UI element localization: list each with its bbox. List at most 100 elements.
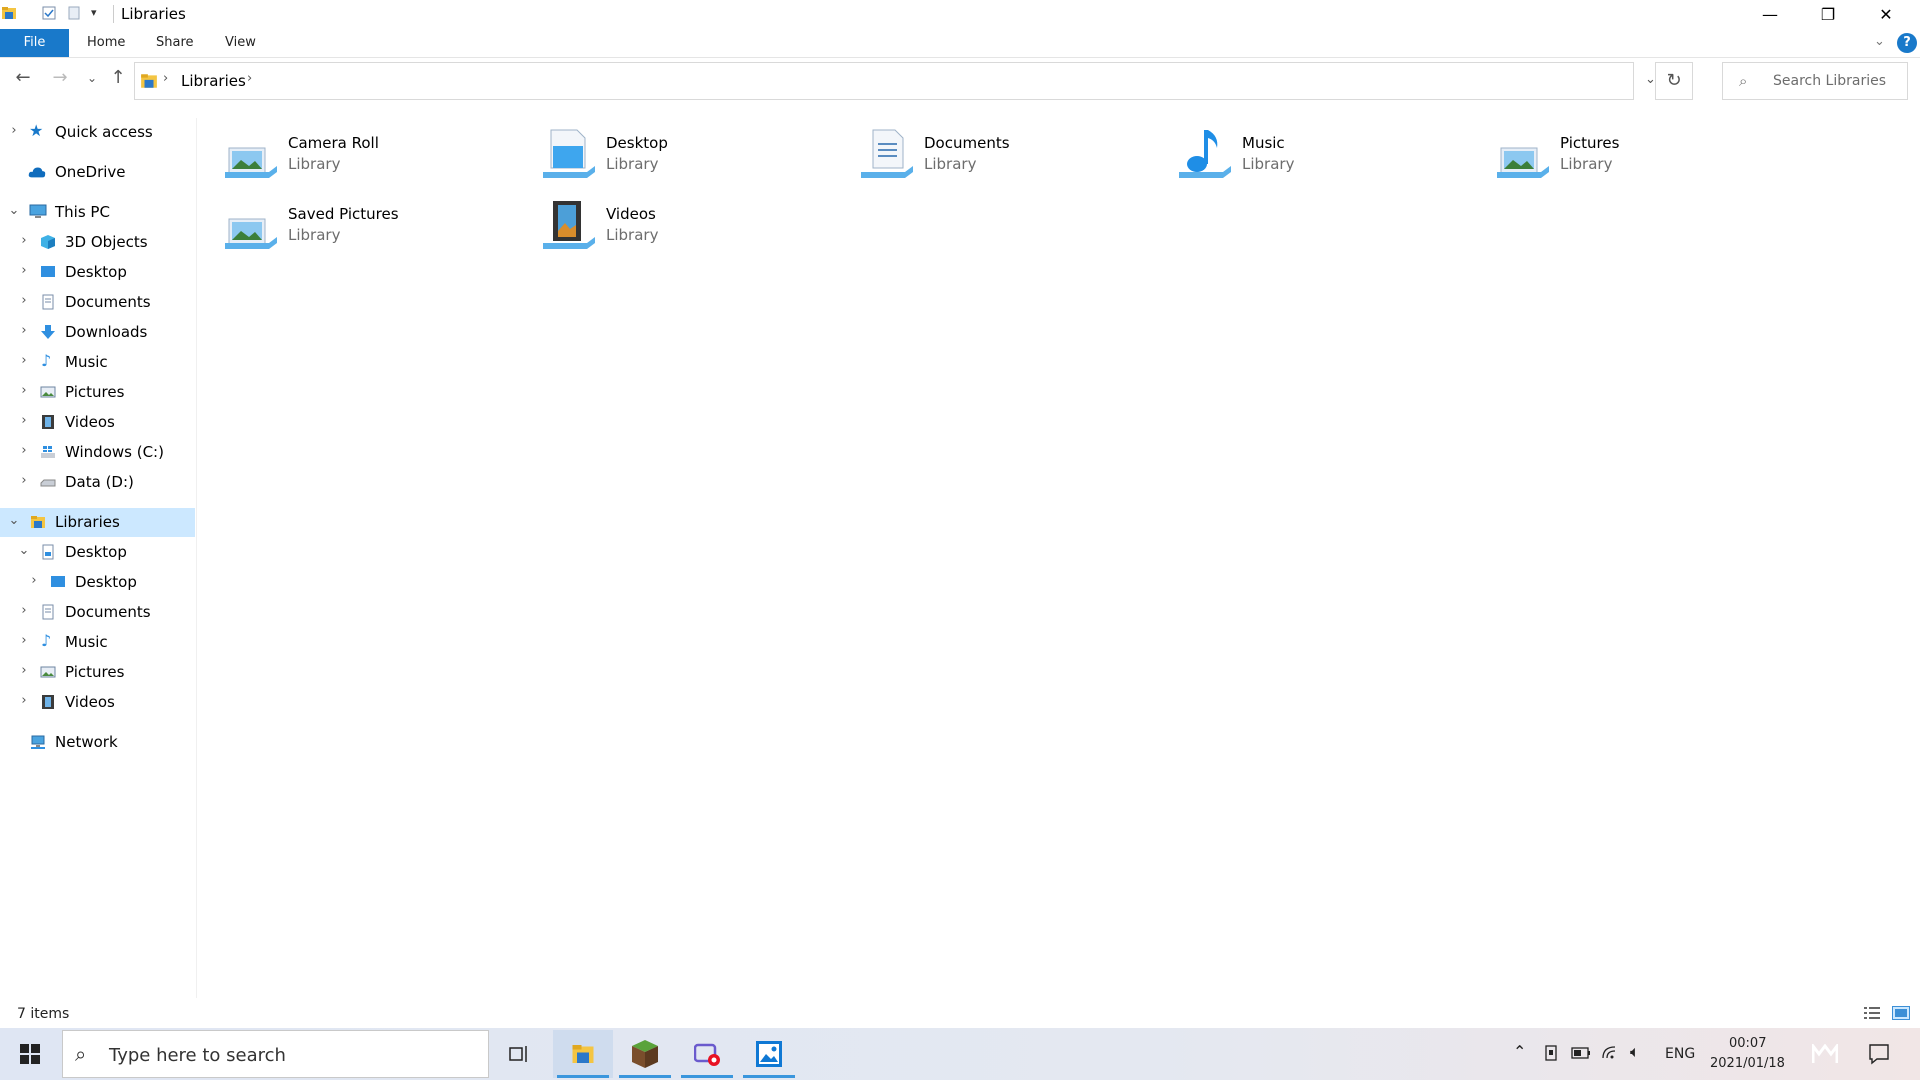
windows-start-icon[interactable] [20, 1044, 40, 1064]
chevron-right-icon[interactable]: › [17, 263, 31, 281]
wifi-icon[interactable] [1601, 1043, 1621, 1061]
chevron-down-icon[interactable]: ⌄ [7, 513, 21, 531]
nav-item-documents[interactable]: › Documents [0, 288, 195, 317]
library-type: Library [606, 226, 659, 244]
restore-button[interactable]: ❐ [1799, 0, 1857, 29]
pictures-library-icon [225, 147, 277, 178]
library-item-pictures[interactable]: Pictures Library [1497, 124, 1797, 186]
library-item-videos[interactable]: Videos Library [543, 195, 843, 257]
chevron-right-icon[interactable]: › [17, 413, 31, 431]
forward-arrow-icon[interactable]: → [48, 66, 72, 90]
chevron-right-icon[interactable]: › [17, 323, 31, 341]
chevron-right-icon[interactable]: › [17, 663, 31, 681]
clock-time[interactable]: 00:07 [1729, 1036, 1766, 1051]
chevron-right-icon[interactable]: › [17, 633, 31, 651]
taskbar-photos[interactable] [739, 1030, 799, 1078]
details-view-icon[interactable] [1863, 1006, 1881, 1020]
item-count: 7 items [17, 1006, 70, 1022]
help-icon[interactable]: ? [1897, 33, 1917, 53]
nav-item-data-d[interactable]: › Data (D:) [0, 468, 195, 497]
chevron-right-icon[interactable]: › [17, 473, 31, 491]
chevron-right-icon[interactable]: › [7, 123, 21, 141]
tab-share[interactable]: Share [142, 29, 208, 57]
chevron-right-icon[interactable]: › [17, 293, 31, 311]
refresh-button[interactable]: ↻ [1655, 62, 1693, 100]
breadcrumb-chevron-icon[interactable]: › [247, 71, 252, 86]
navigation-pane: › ★ Quick access OneDrive ⌄ This PC › 3D… [0, 118, 197, 998]
chevron-right-icon[interactable]: › [17, 353, 31, 371]
cloud-icon [28, 167, 46, 178]
back-arrow-icon[interactable]: ← [11, 66, 35, 90]
customize-quick-access-icon[interactable]: ▾ [91, 6, 97, 19]
chevron-right-icon[interactable]: › [17, 233, 31, 251]
task-view-icon[interactable] [508, 1043, 530, 1065]
library-type: Library [1560, 155, 1613, 173]
chevron-right-icon[interactable]: › [17, 603, 31, 621]
properties-icon[interactable] [41, 5, 57, 21]
nav-item-desktop[interactable]: › Desktop [0, 258, 195, 287]
tab-home[interactable]: Home [73, 29, 139, 57]
chevron-right-icon[interactable]: › [17, 383, 31, 401]
recent-locations-icon[interactable]: ⌄ [80, 66, 104, 90]
search-input[interactable]: Search Libraries [1773, 73, 1886, 89]
minimize-button[interactable]: — [1741, 0, 1799, 29]
clock-date[interactable]: 2021/01/18 [1710, 1056, 1785, 1071]
nav-item-lib-music[interactable]: › ♪ Music [0, 628, 195, 657]
nav-item-pictures[interactable]: › Pictures [0, 378, 195, 407]
library-item-saved-pictures[interactable]: Saved Pictures Library [225, 195, 525, 257]
chevron-down-icon[interactable]: ⌄ [17, 543, 31, 561]
nav-item-downloads[interactable]: › Downloads [0, 318, 195, 347]
expand-ribbon-icon[interactable]: ⌄ [1874, 34, 1885, 49]
chevron-right-icon[interactable]: › [27, 573, 41, 591]
nav-label: Pictures [65, 663, 125, 681]
taskbar-search-input[interactable]: Type here to search [109, 1045, 286, 1066]
nav-item-lib-pictures[interactable]: › Pictures [0, 658, 195, 687]
device-icon[interactable] [1543, 1044, 1559, 1062]
library-item-music[interactable]: Music Library [1179, 124, 1479, 186]
nav-item-this-pc[interactable]: ⌄ This PC [0, 198, 195, 227]
nav-item-music[interactable]: › ♪ Music [0, 348, 195, 377]
breadcrumb-chevron-icon[interactable]: › [163, 71, 168, 86]
library-item-camera-roll[interactable]: Camera Roll Library [225, 124, 525, 186]
new-folder-icon[interactable] [66, 5, 82, 21]
taskbar-minecraft[interactable] [615, 1030, 675, 1078]
library-name: Videos [606, 205, 656, 223]
tab-view[interactable]: View [211, 29, 270, 57]
language-indicator[interactable]: ENG [1665, 1046, 1695, 1062]
action-center-icon[interactable] [1868, 1043, 1890, 1065]
volume-icon[interactable]: 🔈︎ [1630, 1042, 1640, 1062]
nav-item-lib-desktop-folder[interactable]: › Desktop [0, 568, 195, 597]
nav-item-videos[interactable]: › Videos [0, 408, 195, 437]
chevron-right-icon[interactable]: › [17, 693, 31, 711]
taskbar-search-box[interactable]: ⌕ Type here to search [62, 1030, 489, 1078]
nav-item-onedrive[interactable]: OneDrive [0, 158, 195, 187]
library-item-desktop[interactable]: Desktop Library [543, 124, 843, 186]
chevron-down-icon[interactable]: ⌄ [7, 203, 21, 221]
nav-item-windows-c[interactable]: › Windows (C:) [0, 438, 195, 467]
network-icon [31, 735, 45, 749]
up-arrow-icon[interactable]: ↑ [106, 66, 130, 90]
nav-item-lib-videos[interactable]: › Videos [0, 688, 195, 717]
taskbar-file-explorer[interactable] [553, 1030, 613, 1078]
address-bar[interactable]: › Libraries › ⌄ [134, 62, 1656, 100]
desktop-library-icon [543, 129, 595, 178]
search-box[interactable]: ⌕ Search Libraries [1722, 62, 1908, 100]
minecraft-icon [632, 1040, 658, 1068]
large-icons-view-icon[interactable] [1892, 1006, 1910, 1020]
show-hidden-icons-chevron-icon[interactable]: ⌃ [1513, 1042, 1526, 1061]
nav-item-quick-access[interactable]: › ★ Quick access [0, 118, 195, 147]
tab-file[interactable]: File [0, 29, 69, 57]
taskbar-app-capture[interactable] [677, 1030, 737, 1078]
battery-icon[interactable] [1571, 1046, 1591, 1060]
meet-now-icon[interactable] [1812, 1044, 1838, 1064]
nav-item-network[interactable]: Network [0, 728, 195, 757]
nav-item-libraries[interactable]: ⌄ Libraries [0, 508, 195, 537]
library-item-documents[interactable]: Documents Library [861, 124, 1161, 186]
nav-item-lib-documents[interactable]: › Documents [0, 598, 195, 627]
nav-label: Pictures [65, 383, 125, 401]
chevron-right-icon[interactable]: › [17, 443, 31, 461]
nav-item-3d-objects[interactable]: › 3D Objects [0, 228, 195, 257]
breadcrumb-libraries[interactable]: Libraries [181, 72, 246, 90]
nav-item-lib-desktop[interactable]: ⌄ Desktop [0, 538, 195, 567]
close-button[interactable]: ✕ [1857, 0, 1915, 29]
